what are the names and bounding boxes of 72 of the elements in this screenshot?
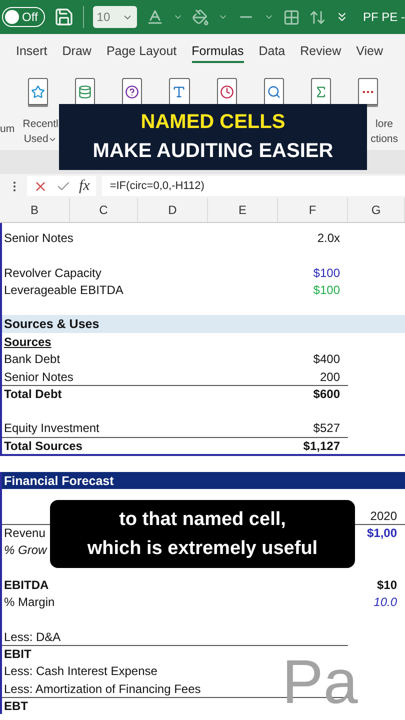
row-label: Sources xyxy=(4,334,52,349)
more-book-icon[interactable] xyxy=(358,78,378,105)
ribbon-tab[interactable]: Review xyxy=(300,40,342,62)
sigma-book-icon[interactable] xyxy=(310,78,331,105)
ribbon-label: lore xyxy=(376,117,394,132)
ribbon-tab[interactable]: Insert xyxy=(16,40,48,62)
row-label: Total Sources xyxy=(4,438,82,453)
font-color-icon[interactable] xyxy=(146,8,164,26)
help-book-icon[interactable] xyxy=(122,78,142,105)
caption-text: which is extremely useful xyxy=(87,537,318,561)
text-book-icon[interactable] xyxy=(169,78,190,105)
row-label: % Margin xyxy=(4,595,55,610)
ribbon-label: Used xyxy=(24,132,48,147)
fill-color-icon[interactable] xyxy=(192,8,209,26)
caption-text: MAKE AUDITING EASIER xyxy=(92,139,334,164)
database-book-icon[interactable] xyxy=(75,78,96,105)
row-label: Less: D&A xyxy=(4,630,61,644)
ribbon-label: um xyxy=(0,123,15,135)
ribbon-label: Recentl xyxy=(22,117,58,132)
star-book-icon[interactable] xyxy=(28,78,48,105)
ribbon-tab[interactable]: Formulas xyxy=(192,40,244,62)
ribbon-tab[interactable]: View xyxy=(356,40,384,62)
font-size-field[interactable]: 10 xyxy=(92,6,137,28)
caption-text: NAMED CELLS xyxy=(140,110,286,135)
row-label: Less: Cash Interest Expense xyxy=(4,664,158,678)
cell-value: $100 xyxy=(312,282,341,298)
row-label: EBIT xyxy=(4,646,32,661)
cell-value: $10 xyxy=(376,576,398,593)
function-button[interactable]: fx xyxy=(79,178,90,194)
column-header[interactable]: G xyxy=(348,198,405,222)
row-label: % Grow xyxy=(4,543,47,558)
row-height-icon[interactable] xyxy=(308,8,326,26)
formula-field[interactable]: =IF(circ=0,0,-H112) xyxy=(102,176,405,196)
row-label: Leverageable EBITDA xyxy=(4,283,124,298)
row-label: EBITDA xyxy=(4,578,49,592)
section-header: Financial Forecast xyxy=(2,472,405,490)
autosave-toggle[interactable]: Off xyxy=(2,7,45,27)
column-header[interactable]: F xyxy=(278,198,348,222)
cell-value: $527 xyxy=(312,420,341,437)
cell-value: $400 xyxy=(312,351,341,368)
row-label: EBT xyxy=(4,698,28,713)
cell-value: 200 xyxy=(318,368,341,385)
caret-icon[interactable] xyxy=(48,135,58,144)
caption-text: to that named cell, xyxy=(119,508,286,532)
row-label: Equity Investment xyxy=(4,421,100,436)
cell-value: 2020 xyxy=(369,508,398,524)
cell-value: 2.0x xyxy=(316,230,341,246)
row-label: Senior Notes xyxy=(4,370,74,384)
section-header: Sources & Uses xyxy=(2,315,405,333)
column-header[interactable]: D xyxy=(138,198,208,222)
row-label: Less: Amortization of Financing Fees xyxy=(4,682,201,696)
row-label: Senior Notes xyxy=(4,231,74,246)
column-header[interactable]: E xyxy=(208,198,278,222)
ribbon-label: ctions xyxy=(370,132,398,147)
cell-value: $1,127 xyxy=(278,436,348,454)
cell-value: $100 xyxy=(312,264,341,281)
row-label: Total Debt xyxy=(4,386,62,401)
column-header[interactable]: C xyxy=(70,198,138,222)
search-book-icon[interactable] xyxy=(264,78,284,105)
ribbon-tab[interactable]: Data xyxy=(258,40,286,62)
document-title: PF PE - xyxy=(362,10,405,24)
row-label: Bank Debt xyxy=(4,352,60,366)
save-icon[interactable] xyxy=(54,7,74,27)
clock-book-icon[interactable] xyxy=(216,78,237,105)
row-label: Revolver Capacity xyxy=(4,266,102,280)
cell-value: $600 xyxy=(278,384,348,402)
grid-icon[interactable] xyxy=(282,8,300,26)
ribbon-tab[interactable]: Draw xyxy=(62,40,92,62)
cell-value: 10.0 xyxy=(372,594,398,610)
ribbon-tab[interactable]: Page Layout xyxy=(106,40,177,62)
column-header[interactable]: B xyxy=(0,198,70,222)
row-label: Revenu xyxy=(4,526,46,540)
